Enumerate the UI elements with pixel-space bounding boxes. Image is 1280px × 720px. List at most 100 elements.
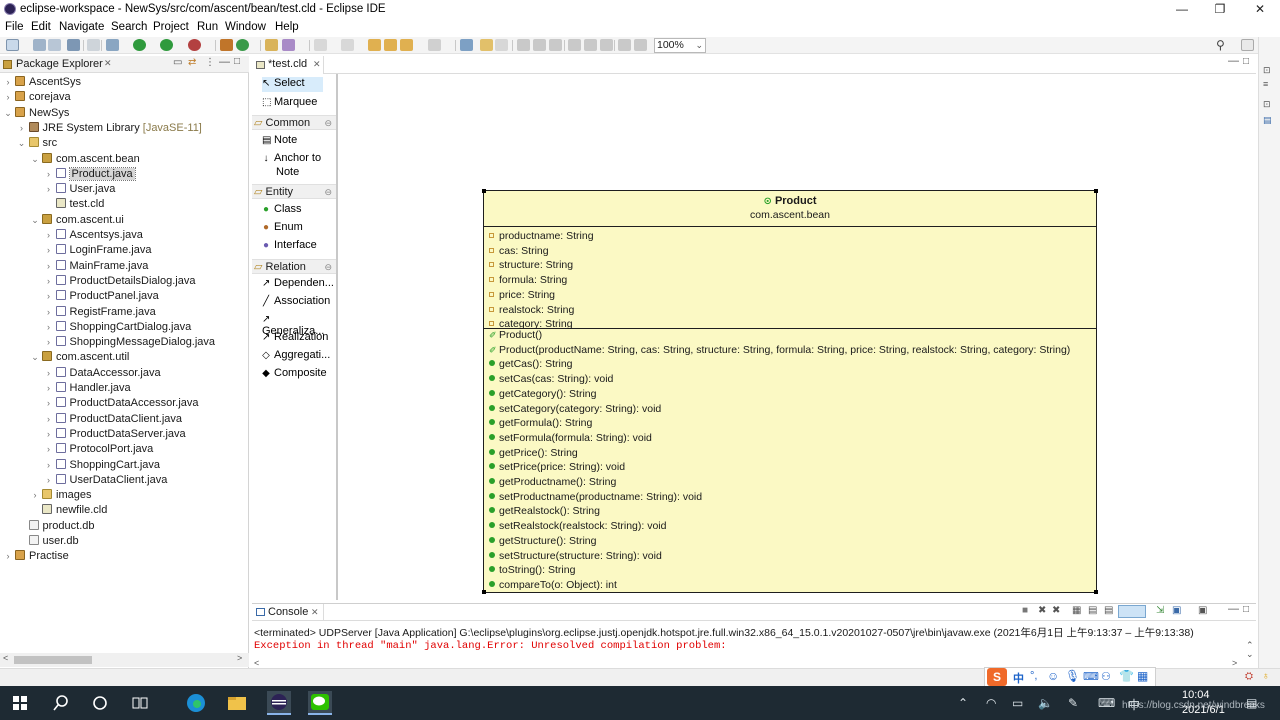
search-icon[interactable]: ⚲ — [1216, 38, 1225, 52]
tree-item[interactable]: › ProductPanel.java — [44, 289, 159, 304]
uml-method[interactable]: getFormula(): String — [489, 417, 592, 429]
uml-method[interactable]: setPrice(price: String): void — [489, 461, 625, 473]
pin-icon[interactable]: ⊖ — [324, 185, 332, 199]
align-right-icon[interactable] — [549, 39, 562, 51]
external-tools-icon[interactable] — [188, 39, 201, 51]
pin-icon[interactable]: ⊖ — [324, 260, 332, 274]
pin-icon[interactable]: ⊖ — [324, 116, 332, 130]
chevron-right-icon[interactable]: › — [44, 228, 54, 243]
palette-class[interactable]: ● Class — [262, 203, 302, 215]
tree-item[interactable]: › AscentSys — [3, 75, 81, 90]
tree-item[interactable]: ⌄ com.ascent.bean — [30, 152, 140, 167]
align-center-icon[interactable] — [533, 39, 546, 51]
link-editor-icon[interactable]: ⇄ — [188, 57, 196, 68]
selection-handle[interactable] — [1094, 590, 1098, 594]
tree-item[interactable]: › DataAccessor.java — [44, 366, 161, 381]
uml-method[interactable]: getStructure(): String — [489, 535, 596, 547]
uml-method[interactable]: getRealstock(): String — [489, 505, 600, 517]
palette-select[interactable]: ↖ Select — [262, 77, 323, 92]
battery-icon[interactable]: ▭ — [1012, 696, 1023, 710]
eclipse-taskbar-button[interactable] — [267, 691, 291, 715]
search-toolbar-icon[interactable] — [282, 39, 295, 51]
task-view-button[interactable] — [128, 691, 152, 715]
uml-method[interactable]: compareTo(o: Object): int — [489, 579, 617, 591]
uml-method[interactable]: setRealstock(realstock: String): void — [489, 520, 666, 532]
menu-project[interactable]: Project — [153, 21, 189, 33]
maximize-button[interactable]: ❐ — [1200, 0, 1240, 19]
close-icon[interactable]: ✕ — [104, 58, 112, 69]
maximize-editor-icon[interactable]: □ — [1243, 56, 1249, 67]
match-height-icon[interactable] — [634, 39, 647, 51]
tree-item[interactable]: ⌄ NewSys — [3, 106, 69, 121]
run-icon[interactable] — [133, 39, 146, 51]
last-edit-icon[interactable] — [368, 39, 381, 51]
uml-method[interactable]: setCas(cas: String): void — [489, 373, 613, 385]
chevron-down-icon[interactable]: ⌄ — [30, 152, 40, 167]
uml-method[interactable]: getProductname(): String — [489, 476, 616, 488]
uml-class-product[interactable]: ⊙ Product com.ascent.bean productname: S… — [482, 189, 1098, 594]
new-icon[interactable] — [6, 39, 19, 51]
remove-launch-icon[interactable]: ✖ — [1038, 605, 1046, 616]
keyboard-icon[interactable]: ⌨ — [1083, 670, 1099, 683]
chevron-right-icon[interactable]: › — [44, 305, 54, 320]
start-button[interactable] — [8, 691, 32, 715]
uml-constructor[interactable]: ✐ Product(productName: String, cas: Strin… — [489, 344, 1070, 356]
open-perspective-icon[interactable] — [1241, 39, 1254, 51]
scroll-left-icon[interactable]: < — [254, 658, 259, 668]
scroll-right-icon[interactable]: > — [1232, 658, 1237, 668]
tree-item[interactable]: newfile.cld — [30, 503, 107, 518]
chevron-right-icon[interactable]: › — [44, 320, 54, 335]
undo-icon[interactable] — [480, 39, 493, 51]
touch-keyboard-icon[interactable]: ⌨ — [1098, 696, 1115, 710]
annotation-prev-icon[interactable] — [341, 39, 354, 51]
tree-item[interactable]: › ShoppingMessageDialog.java — [44, 335, 215, 350]
uml-method[interactable]: getPrice(): String — [489, 447, 578, 459]
debug-icon[interactable] — [106, 39, 119, 51]
file-explorer-button[interactable] — [225, 691, 249, 715]
menu-run[interactable]: Run — [197, 21, 218, 33]
word-wrap-icon[interactable]: ▤ — [1104, 605, 1113, 616]
show-hidden-icons[interactable]: ⌃ — [958, 696, 968, 710]
cortana-button[interactable] — [88, 691, 112, 715]
chevron-right-icon[interactable]: › — [3, 549, 13, 564]
chevron-right-icon[interactable]: › — [44, 289, 54, 304]
chevron-right-icon[interactable]: › — [30, 488, 40, 503]
palette-anchor-to-note-2[interactable]: Note — [276, 166, 299, 178]
network-icon[interactable]: ◠ — [986, 696, 996, 710]
tree-item[interactable]: › ProductDataAccessor.java — [44, 396, 199, 411]
scroll-down-icon[interactable]: ⌄ — [1246, 649, 1254, 660]
open-console-icon[interactable]: ▣ — [1198, 605, 1207, 616]
skip-breakpoints-icon[interactable] — [87, 39, 100, 51]
skin-icon[interactable]: ⚇ — [1101, 670, 1111, 683]
display-console-icon[interactable]: ▣ — [1172, 605, 1181, 616]
palette-composite[interactable]: ◆ Composite — [262, 367, 326, 379]
open-type-icon[interactable] — [265, 39, 278, 51]
palette-association[interactable]: ╱ Association — [262, 295, 330, 307]
shirt-icon[interactable]: 👕 — [1119, 669, 1134, 683]
tree-item[interactable]: › Ascentsys.java — [44, 228, 143, 243]
tree-item[interactable]: ⌄ src — [17, 136, 57, 151]
ime-language[interactable]: 中 — [1013, 670, 1024, 686]
menu-help[interactable]: Help — [275, 21, 299, 33]
save-all-icon[interactable] — [48, 39, 61, 51]
uml-attribute[interactable]: cas: String — [489, 245, 549, 257]
chevron-right-icon[interactable]: › — [44, 335, 54, 350]
properties-icon[interactable]: ⊡ — [1263, 99, 1271, 110]
tree-item[interactable]: › LoginFrame.java — [44, 243, 151, 258]
palette-aggregation[interactable]: ◇ Aggregati... — [262, 349, 330, 361]
align-middle-icon[interactable] — [584, 39, 597, 51]
uml-method[interactable]: getCas(): String — [489, 358, 573, 370]
collapse-all-icon[interactable]: ▭ — [173, 57, 182, 68]
chevron-right-icon[interactable]: › — [44, 412, 54, 427]
tree-item[interactable]: › Product.java — [44, 166, 136, 182]
show-output-toggle[interactable] — [1118, 605, 1146, 618]
tree-item[interactable]: › User.java — [44, 182, 115, 197]
tree-item[interactable]: product.db — [17, 519, 94, 534]
tree-item[interactable]: › RegistFrame.java — [44, 305, 156, 320]
microphone-icon[interactable]: 🎙 — [1065, 669, 1080, 683]
new-class-icon[interactable] — [236, 39, 249, 51]
terminal-icon[interactable] — [67, 39, 80, 51]
align-top-icon[interactable] — [568, 39, 581, 51]
close-icon[interactable]: ✕ — [313, 59, 321, 70]
chevron-right-icon[interactable]: › — [44, 366, 54, 381]
